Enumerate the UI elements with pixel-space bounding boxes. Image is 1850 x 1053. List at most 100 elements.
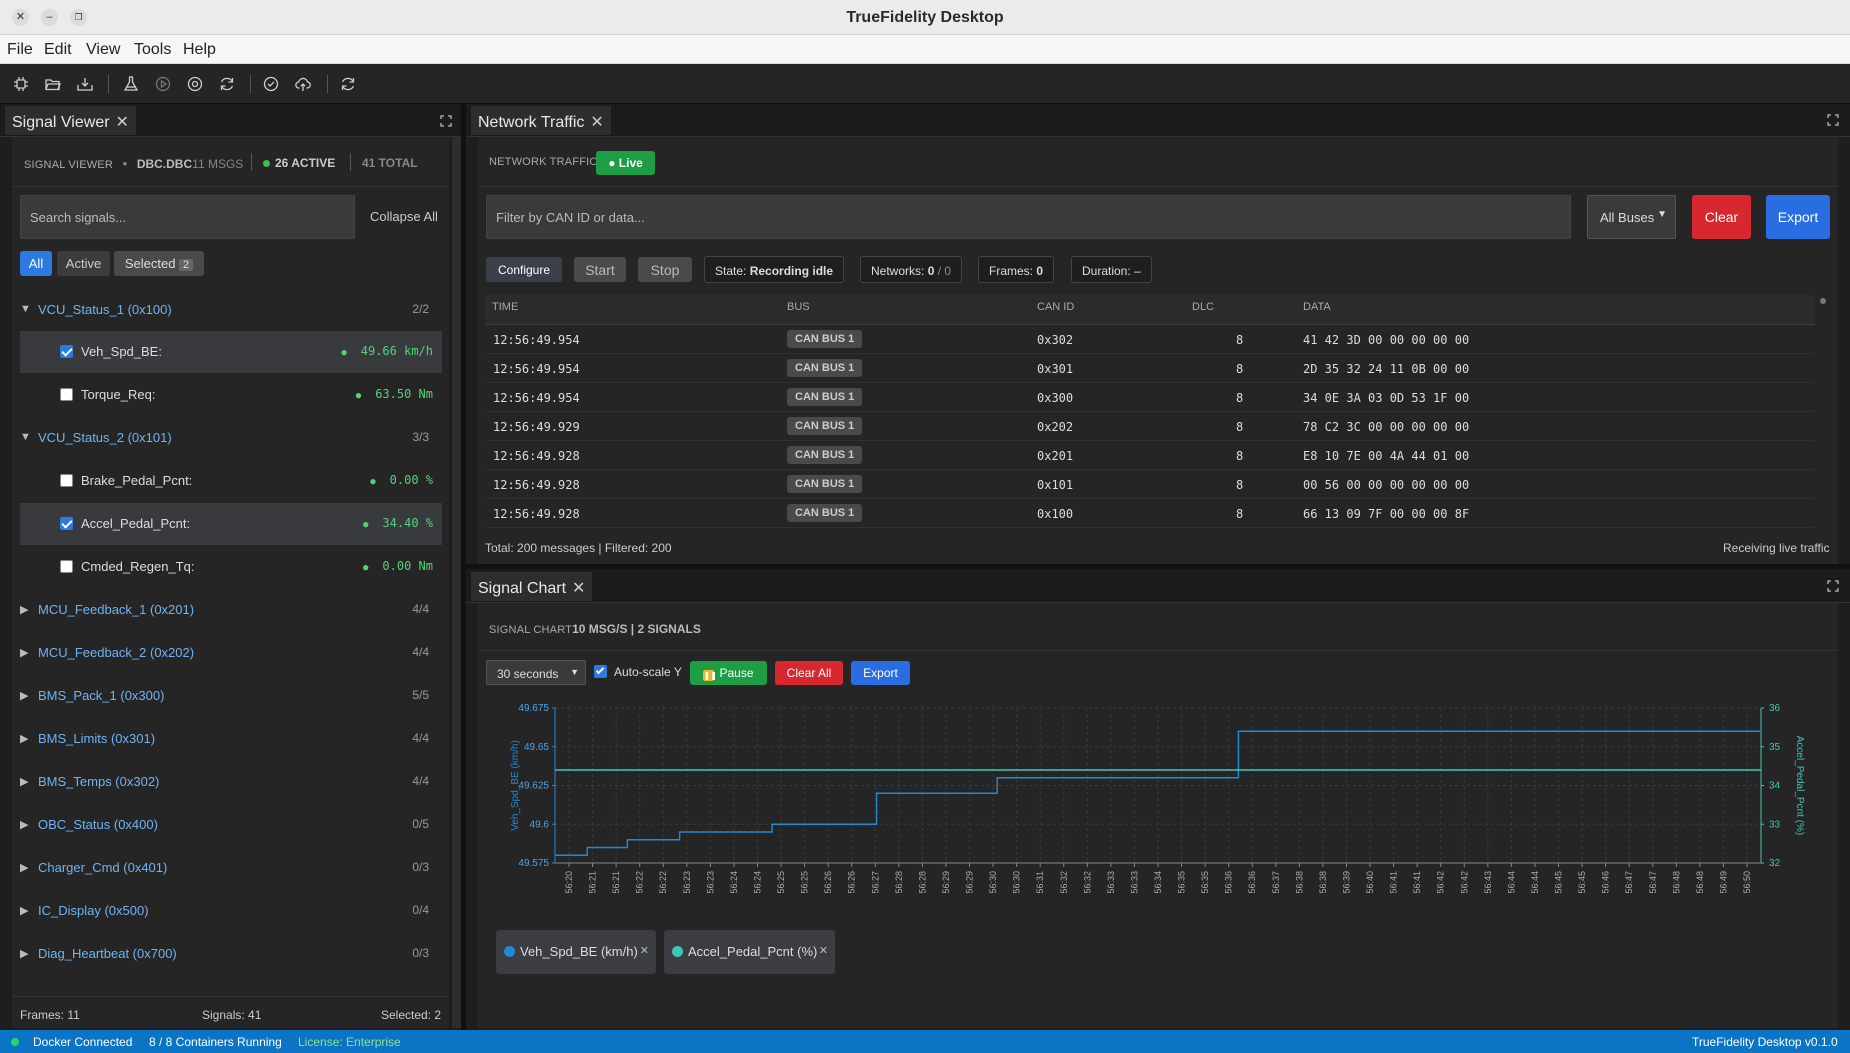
menu-tools[interactable]: Tools <box>134 41 171 59</box>
close-icon[interactable]: ✕ <box>572 580 585 597</box>
play-circle-icon[interactable] <box>155 76 171 92</box>
group-mcu-feedback-1[interactable]: ▶ MCU_Feedback_1 (0x201) 4/4 <box>20 590 442 630</box>
autoscale-checkbox[interactable] <box>594 665 607 678</box>
signal-checkbox[interactable] <box>60 345 73 358</box>
start-button[interactable]: Start <box>574 257 626 282</box>
pause-button[interactable]: ❚❚ Pause <box>690 661 767 685</box>
table-row[interactable]: 12:56:49.954 CAN BUS 1 0x300 8 34 0E 3A 03 0… <box>485 383 1815 412</box>
maximize-icon[interactable] <box>440 115 452 127</box>
check-circle-icon[interactable] <box>263 76 279 92</box>
signal-row-torque-req[interactable]: Torque_Req: ● 63.50 Nm <box>20 374 442 416</box>
folder-open-icon[interactable] <box>45 76 61 92</box>
tab-signal-chart[interactable]: Signal Chart ✕ <box>471 572 593 601</box>
menu-view[interactable]: View <box>86 41 120 59</box>
tab-signal-viewer[interactable]: Signal Viewer ✕ <box>5 106 136 135</box>
col-data[interactable]: DATA <box>1303 301 1331 313</box>
signal-row-accel-pedal-pcnt[interactable]: Accel_Pedal_Pcnt: ● 34.40 % <box>20 503 442 545</box>
group-obc-status[interactable]: ▶ OBC_Status (0x400) 0/5 <box>20 805 442 845</box>
x-tick-label: 56:38 <box>1294 871 1304 894</box>
can-filter-input[interactable] <box>486 195 1571 239</box>
x-tick-label: 56:47 <box>1624 871 1634 894</box>
sync-icon[interactable] <box>340 76 356 92</box>
legend-chip-accel-pedal[interactable]: Accel_Pedal_Pcnt (%) ✕ <box>664 930 835 974</box>
chip-icon[interactable] <box>13 76 29 92</box>
y2-tick-label: 36 <box>1769 703 1781 714</box>
cell-can-id: 0x302 <box>1037 333 1074 347</box>
remove-icon[interactable]: ✕ <box>640 944 649 957</box>
menu-edit[interactable]: Edit <box>44 41 72 59</box>
search-signals-input[interactable] <box>20 195 355 239</box>
maximize-icon[interactable] <box>1827 580 1839 592</box>
group-bms-limits[interactable]: ▶ BMS_Limits (0x301) 4/4 <box>20 719 442 759</box>
col-time[interactable]: TIME <box>492 301 518 313</box>
clear-all-button[interactable]: Clear All <box>775 661 843 685</box>
signal-checkbox[interactable] <box>60 388 73 401</box>
table-row[interactable]: 12:56:49.928 CAN BUS 1 0x201 8 E8 10 7E 00 4… <box>485 441 1815 470</box>
legend-chip-veh-spd[interactable]: Veh_Spd_BE (km/h) ✕ <box>496 930 656 974</box>
group-bms-temps[interactable]: ▶ BMS_Temps (0x302) 4/4 <box>20 762 442 802</box>
filter-selected-button[interactable]: Selected 2 <box>114 251 204 276</box>
col-can-id[interactable]: CAN ID <box>1037 301 1074 313</box>
clear-button[interactable]: Clear <box>1692 195 1751 239</box>
menu-file[interactable]: File <box>7 41 33 59</box>
col-bus[interactable]: BUS <box>787 301 810 313</box>
group-vcu-status-2[interactable]: ▼ VCU_Status_2 (0x101) 3/3 <box>20 418 442 458</box>
maximize-icon[interactable] <box>1827 114 1839 126</box>
group-ic-display[interactable]: ▶ IC_Display (0x500) 0/4 <box>20 891 442 931</box>
traffic-footer-status: Receiving live traffic <box>1723 541 1830 555</box>
flask-icon[interactable] <box>123 76 139 92</box>
tab-network-traffic[interactable]: Network Traffic ✕ <box>471 106 611 135</box>
target-icon[interactable] <box>187 76 203 92</box>
stop-button[interactable]: Stop <box>638 257 692 282</box>
x-tick-label: 56:34 <box>1153 871 1163 894</box>
x-tick-label: 56:30 <box>988 871 998 894</box>
x-tick-label: 56:20 <box>564 871 574 894</box>
import-icon[interactable] <box>77 76 93 92</box>
time-window-select[interactable]: 30 seconds ▼ <box>486 660 586 685</box>
cell-data: 34 0E 3A 03 0D 53 1F 00 <box>1303 391 1470 405</box>
scrollbar[interactable] <box>452 137 461 1028</box>
close-icon[interactable]: ✕ <box>116 114 129 131</box>
configure-button[interactable]: Configure <box>486 257 562 282</box>
group-name: BMS_Pack_1 (0x300) <box>38 688 165 703</box>
series-color-dot <box>672 946 683 957</box>
group-vcu-status-1[interactable]: ▼ VCU_Status_1 (0x100) 2/2 <box>20 290 442 330</box>
duration-box: Duration: – <box>1071 256 1152 283</box>
refresh-icon[interactable] <box>219 76 235 92</box>
group-bms-pack-1[interactable]: ▶ BMS_Pack_1 (0x300) 5/5 <box>20 676 442 716</box>
menu-help[interactable]: Help <box>183 41 216 59</box>
filter-all-button[interactable]: All <box>20 251 52 276</box>
collapse-all-button[interactable]: Collapse All <box>370 209 438 224</box>
table-row[interactable]: 12:56:49.928 CAN BUS 1 0x100 8 66 13 09 7F 0… <box>485 499 1815 528</box>
bus-select[interactable]: All Buses ▼ <box>1587 195 1676 239</box>
chevron-right-icon: ▶ <box>20 733 29 745</box>
table-scrollbar[interactable] <box>1818 295 1828 525</box>
signal-checkbox[interactable] <box>60 517 73 530</box>
signal-row-brake-pedal-pcnt[interactable]: Brake_Pedal_Pcnt: ● 0.00 % <box>20 460 442 502</box>
remove-icon[interactable]: ✕ <box>819 944 828 957</box>
chart-export-button[interactable]: Export <box>851 661 910 685</box>
table-row[interactable]: 12:56:49.954 CAN BUS 1 0x301 8 2D 35 32 24 1… <box>485 354 1815 383</box>
cloud-upload-icon[interactable] <box>295 76 311 92</box>
filter-active-button[interactable]: Active <box>57 251 110 276</box>
y-tick-label: 49.6 <box>530 819 550 830</box>
group-diag-heartbeat[interactable]: ▶ Diag_Heartbeat (0x700) 0/3 <box>20 934 442 974</box>
signal-value: ● 63.50 Nm <box>355 387 433 401</box>
export-button[interactable]: Export <box>1766 195 1830 239</box>
cell-time: 12:56:49.928 <box>493 478 580 492</box>
chevron-right-icon: ▶ <box>20 862 29 874</box>
col-dlc[interactable]: DLC <box>1192 301 1214 313</box>
chevron-right-icon: ▶ <box>20 690 29 702</box>
table-row[interactable]: 12:56:49.954 CAN BUS 1 0x302 8 41 42 3D 00 0… <box>485 325 1815 354</box>
signal-checkbox[interactable] <box>60 474 73 487</box>
table-row[interactable]: 12:56:49.929 CAN BUS 1 0x202 8 78 C2 3C 00 0… <box>485 412 1815 441</box>
signal-checkbox[interactable] <box>60 560 73 573</box>
group-charger-cmd[interactable]: ▶ Charger_Cmd (0x401) 0/3 <box>20 848 442 888</box>
signal-row-cmded-regen-tq[interactable]: Cmded_Regen_Tq: ● 0.00 Nm <box>20 546 442 588</box>
table-row[interactable]: 12:56:49.928 CAN BUS 1 0x101 8 00 56 00 00 0… <box>485 470 1815 499</box>
group-mcu-feedback-2[interactable]: ▶ MCU_Feedback_2 (0x202) 4/4 <box>20 633 442 673</box>
close-icon[interactable]: ✕ <box>590 114 603 131</box>
signal-value: ● 34.40 % <box>363 516 433 530</box>
signal-row-veh-spd-be[interactable]: Veh_Spd_BE: ● 49.66 km/h <box>20 331 442 373</box>
group-name: OBC_Status (0x400) <box>38 817 158 832</box>
